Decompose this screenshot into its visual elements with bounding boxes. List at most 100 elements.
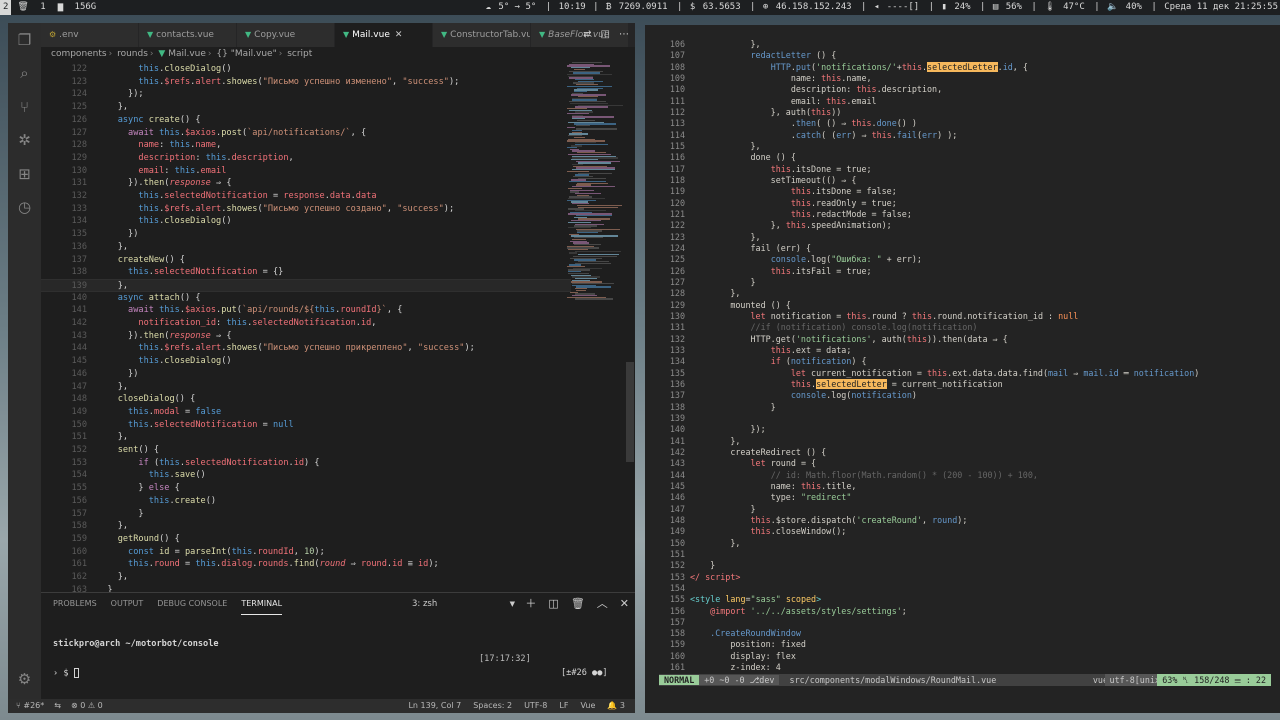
vim-line[interactable]: 141 }, [659, 436, 1280, 447]
vim-line[interactable]: 137 console.log(notification) [659, 390, 1280, 401]
vim-line[interactable]: 147 } [659, 504, 1280, 515]
code-line[interactable]: 150 this.selectedNotification = null [41, 419, 571, 432]
code-line[interactable]: 142 notification_id: this.selectedNotifi… [41, 317, 571, 330]
vim-line[interactable]: 158 .CreateRoundWindow [659, 628, 1280, 639]
code-line[interactable]: 151 }, [41, 431, 571, 444]
explorer-icon[interactable]: ❐ [16, 32, 33, 49]
code-line[interactable]: 137 createNew() { [41, 254, 571, 267]
code-line[interactable]: 122 this.closeDialog() [41, 63, 571, 76]
indentation[interactable]: Spaces: 2 [473, 699, 512, 713]
vim-line[interactable]: 143 let round = { [659, 458, 1280, 469]
code-line[interactable]: 125 }, [41, 101, 571, 114]
vim-line[interactable]: 117 this.itsDone = true; [659, 164, 1280, 175]
breadcrumb-item[interactable]: Mail.vue [168, 49, 206, 59]
source-control-icon[interactable]: ⑂ [16, 99, 33, 116]
code-line[interactable]: 140 async attach() { [41, 292, 571, 305]
tab-terminal[interactable]: TERMINAL [241, 593, 283, 615]
vim-line[interactable]: 127 } [659, 277, 1280, 288]
breadcrumb-item[interactable]: components [51, 49, 107, 59]
tab-debug-console[interactable]: DEBUG CONSOLE [157, 593, 227, 615]
vim-line[interactable]: 109 name: this.name, [659, 73, 1280, 84]
code-line[interactable]: 149 this.modal = false [41, 406, 571, 419]
code-line[interactable]: 159 getRound() { [41, 533, 571, 546]
terminal-input-line[interactable]: › $ [53, 668, 79, 679]
code-line[interactable]: 130 email: this.email [41, 165, 571, 178]
vim-line[interactable]: 134 if (notification) { [659, 356, 1280, 367]
code-line[interactable]: 131 }).then(response ⇒ { [41, 177, 571, 190]
code-line[interactable]: 132 this.selectedNotification = response… [41, 190, 571, 203]
vim-line[interactable]: 132 HTTP.get('notifications', auth(this)… [659, 334, 1280, 345]
code-line[interactable]: 147 }, [41, 381, 571, 394]
breadcrumb-item[interactable]: rounds [117, 49, 148, 59]
code-line[interactable]: 163 } [41, 584, 571, 592]
code-line[interactable]: 143 }).then(response ⇒ { [41, 330, 571, 343]
code-line[interactable]: 161 this.round = this.dialog.rounds.find… [41, 558, 571, 571]
code-line[interactable]: 134 this.closeDialog() [41, 215, 571, 228]
vim-line[interactable]: 107 redactLetter () { [659, 50, 1280, 61]
tab-mail-vue[interactable]: ▼ Mail.vue ✕ [335, 23, 433, 47]
code-editor[interactable]: 122 this.closeDialog() 123 this.$refs.ale… [41, 62, 635, 592]
cursor-position[interactable]: Ln 139, Col 7 [408, 699, 461, 713]
vim-line[interactable]: 115 }, [659, 141, 1280, 152]
vim-line[interactable]: 142 createRedirect () { [659, 447, 1280, 458]
vim-line[interactable]: 153 </ script> [659, 572, 1280, 583]
vim-line[interactable]: 152 } [659, 560, 1280, 571]
code-line[interactable]: 155 } else { [41, 482, 571, 495]
vim-line[interactable]: 148 this.$store.dispatch('createRound', … [659, 515, 1280, 526]
code-line[interactable]: 158 }, [41, 520, 571, 533]
vim-line[interactable]: 155 <style lang="sass" scoped> [659, 594, 1280, 605]
code-line[interactable]: 141 await this.$axios.put(`api/rounds/${… [41, 304, 571, 317]
tab-contacts-vue[interactable]: ▼ contacts.vue [139, 23, 237, 47]
debug-icon[interactable]: ✲ [16, 132, 33, 149]
vim-line[interactable]: 108 HTTP.put('notifications/'+this.selec… [659, 61, 1280, 73]
more-icon[interactable]: ⋯ [619, 23, 629, 47]
vim-line[interactable]: 106 }, [659, 39, 1280, 50]
vim-line[interactable]: 121 this.redactMode = false; [659, 209, 1280, 220]
vim-line[interactable]: 149 this.closeWindow(); [659, 526, 1280, 537]
vim-line[interactable]: 131 //if (notification) console.log(noti… [659, 322, 1280, 333]
tab-constructortab-vue[interactable]: ▼ ConstructorTab.vue [433, 23, 531, 47]
terminal-select[interactable]: 3: zsh ▼ [412, 598, 517, 611]
vim-line[interactable]: 118 setTimeout(() ⇒ { [659, 175, 1280, 186]
vim-line[interactable]: 111 email: this.email [659, 96, 1280, 107]
search-icon[interactable]: ⌕ [16, 65, 33, 82]
vim-line[interactable]: 151 [659, 549, 1280, 560]
split-terminal-icon[interactable]: ◫ [548, 593, 558, 615]
vim-line[interactable]: 139 [659, 413, 1280, 424]
maximize-panel-icon[interactable]: ︿ [597, 593, 608, 615]
code-line[interactable]: 152 sent() { [41, 444, 571, 457]
vim-line[interactable]: 154 [659, 583, 1280, 594]
workspace-list[interactable]: 2 🗑 1 ▆ 156G [0, 0, 102, 15]
code-line[interactable]: 135 }) [41, 228, 571, 241]
extensions-icon[interactable]: ⊞ [16, 166, 33, 183]
vim-line[interactable]: 138 } [659, 402, 1280, 413]
vim-line[interactable]: 113 .then( () ⇒ this.done() ) [659, 118, 1280, 129]
code-line[interactable]: 153 if (this.selectedNotification.id) { [41, 457, 571, 470]
notifications[interactable]: 🔔 3 [607, 699, 625, 713]
vim-line[interactable]: 112 }, auth(this)) [659, 107, 1280, 118]
vim-line[interactable]: 120 this.readOnly = true; [659, 198, 1280, 209]
vim-line[interactable]: 119 this.itsDone = false; [659, 186, 1280, 197]
vim-line[interactable]: 135 let current_notification = this.ext.… [659, 368, 1280, 379]
tab-copy-vue[interactable]: ▼ Copy.vue [237, 23, 335, 47]
code-line[interactable]: 154 this.save() [41, 469, 571, 482]
tab-env[interactable]: ⚙ .env [41, 23, 139, 47]
vim-line[interactable]: 157 [659, 617, 1280, 628]
compare-icon[interactable]: ⇄ [583, 23, 591, 47]
vim-line[interactable]: 159 position: fixed [659, 639, 1280, 650]
code-line[interactable]: 162 }, [41, 571, 571, 584]
vim-line[interactable]: 133 this.ext = data; [659, 345, 1280, 356]
workspace-2[interactable]: 2 [0, 0, 12, 15]
breadcrumb-item[interactable]: script [287, 49, 312, 59]
settings-gear-icon[interactable]: ⚙ [16, 671, 33, 688]
volume[interactable]: 🔈 40% [1105, 2, 1146, 12]
vim-line[interactable]: 122 }, this.speedAnimation); [659, 220, 1280, 231]
sync-icon[interactable]: ⇆ [54, 699, 61, 713]
vim-line[interactable]: 124 fail (err) { [659, 243, 1280, 254]
vim-line[interactable]: 123 }, [659, 232, 1280, 243]
git-branch[interactable]: ⑂ #26* [16, 699, 44, 713]
language-mode[interactable]: Vue [580, 699, 595, 713]
vim-line[interactable]: 160 display: flex [659, 651, 1280, 662]
minimap[interactable] [567, 62, 623, 592]
code-line[interactable]: 126 async create() { [41, 114, 571, 127]
